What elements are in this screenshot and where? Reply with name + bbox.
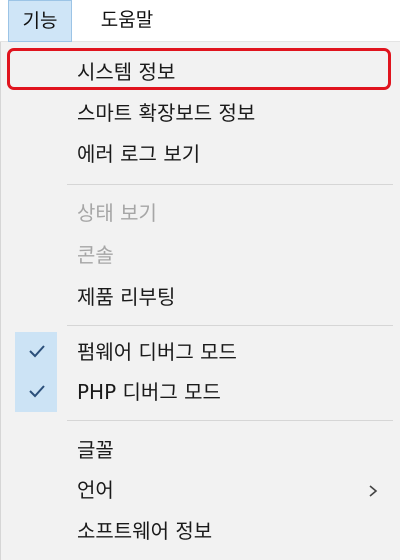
menu-item-reboot[interactable]: 제품 리부팅 (1, 275, 400, 319)
highlight-box (7, 48, 391, 90)
checkmark-icon (29, 345, 45, 358)
menu-separator (67, 420, 393, 421)
checkmark-icon (29, 385, 45, 398)
menu-item-label: 글꼴 (77, 438, 114, 462)
menu-help[interactable]: 도움말 (84, 0, 170, 42)
menu-item-label: 언어 (77, 478, 114, 502)
menu-separator (67, 184, 393, 185)
menu-item-label: 콘솔 (77, 243, 114, 267)
menu-item-label: 스마트 확장보드 정보 (77, 101, 256, 125)
menu-item-label: 제품 리부팅 (77, 285, 176, 309)
menu-item-label: PHP 디버그 모드 (77, 380, 221, 404)
menu-item-label: 소프트웨어 정보 (77, 519, 213, 543)
menu-function[interactable]: 기능 (8, 0, 72, 42)
menu-item-status-view: 상태 보기 (1, 191, 400, 235)
menu-item-label: 펌웨어 디버그 모드 (77, 340, 237, 364)
menu-item-label: 상태 보기 (77, 201, 157, 225)
menu-bar: 기능 도움말 (0, 0, 400, 42)
menu-item-firmware-debug-mode[interactable]: 펌웨어 디버그 모드 (1, 330, 400, 374)
check-background (15, 372, 57, 412)
function-dropdown-menu: 시스템 정보 스마트 확장보드 정보 에러 로그 보기 상태 보기 콘솔 제품 … (0, 42, 400, 560)
chevron-right-icon (369, 485, 378, 497)
menu-item-error-log[interactable]: 에러 로그 보기 (1, 132, 400, 176)
menu-item-smart-expansion-board-info[interactable]: 스마트 확장보드 정보 (1, 91, 400, 135)
check-background (15, 332, 57, 372)
menu-item-font[interactable]: 글꼴 (1, 428, 400, 472)
menu-separator (67, 325, 393, 326)
menu-item-software-info[interactable]: 소프트웨어 정보 (1, 509, 400, 553)
menu-item-php-debug-mode[interactable]: PHP 디버그 모드 (1, 370, 400, 414)
menu-item-language[interactable]: 언어 (1, 468, 400, 512)
menu-item-console: 콘솔 (1, 233, 400, 277)
menu-item-label: 에러 로그 보기 (77, 142, 201, 166)
